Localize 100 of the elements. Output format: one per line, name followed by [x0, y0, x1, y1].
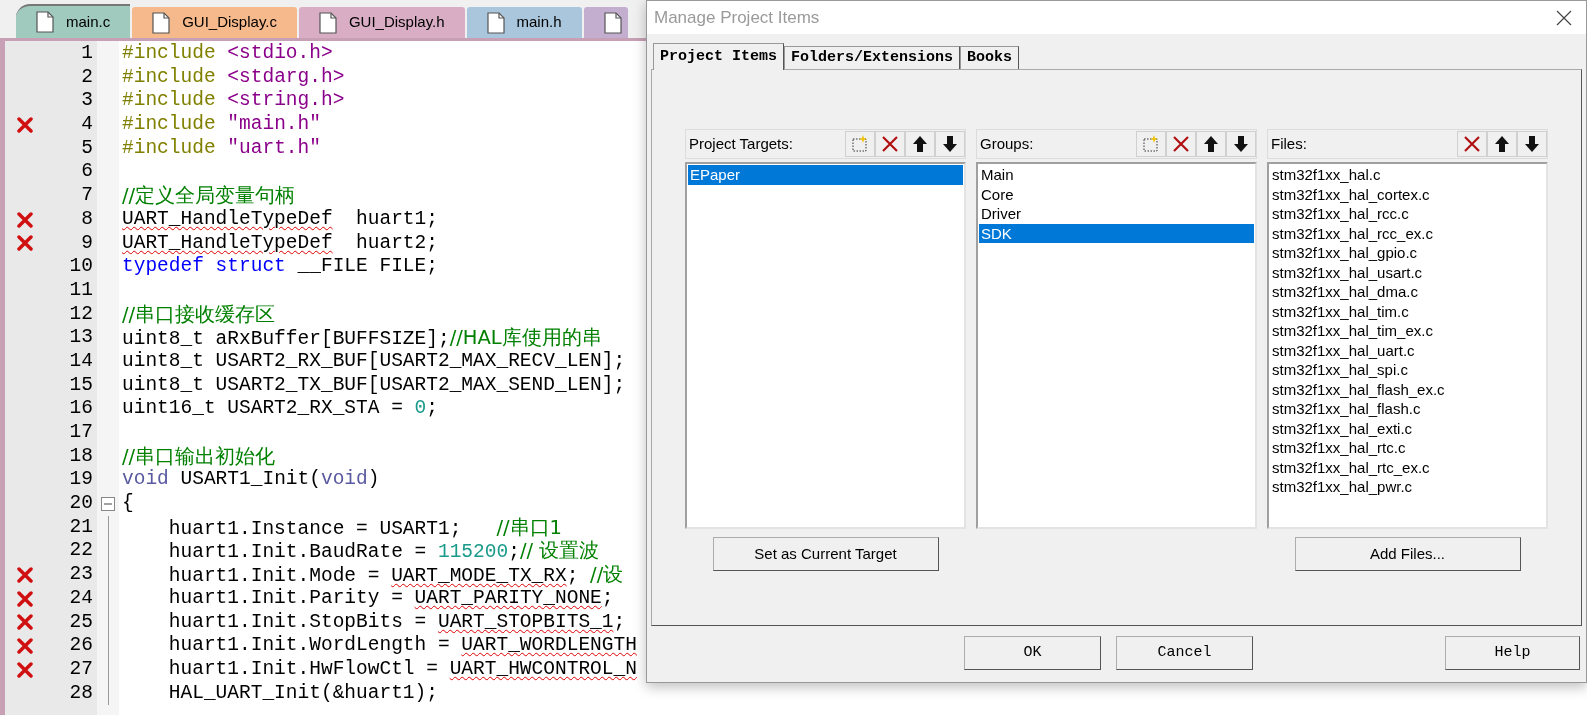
delete-icon [1172, 135, 1190, 153]
new-tool-button[interactable] [845, 131, 875, 157]
list-item[interactable]: stm32f1xx_hal_rcc_ex.c [1270, 223, 1545, 243]
code-line: { [122, 492, 134, 515]
list-item[interactable]: stm32f1xx_hal_exti.c [1270, 418, 1545, 438]
dialog-button[interactable]: Cancel [1116, 636, 1253, 670]
up-tool-button[interactable] [1487, 131, 1517, 157]
file-icon [603, 11, 622, 34]
down-tool-button[interactable] [1226, 131, 1256, 157]
arrow-up-icon [1495, 136, 1509, 152]
delete-tool-button[interactable] [1166, 131, 1196, 157]
new-tool-button[interactable] [1136, 131, 1166, 157]
error-x-icon [17, 211, 33, 228]
dialog-button[interactable]: Help [1445, 636, 1580, 670]
list-item[interactable]: stm32f1xx_hal.c [1270, 165, 1545, 185]
code-line: uint16_t USART2_RX_STA = 0; [122, 397, 438, 420]
list-label: Groups: [980, 133, 1034, 154]
list-item[interactable]: stm32f1xx_hal_rtc_ex.c [1270, 457, 1545, 477]
arrow-down-icon [943, 136, 957, 152]
list-item[interactable]: stm32f1xx_hal_pwr.c [1270, 477, 1545, 497]
list-item[interactable]: Main [979, 165, 1254, 185]
dialog-title: Manage Project Items [654, 6, 820, 29]
close-icon[interactable] [1556, 9, 1572, 26]
error-x-icon [17, 590, 33, 607]
arrow-down-icon [1234, 136, 1248, 152]
delete-tool-button[interactable] [1457, 131, 1487, 157]
collapse-icon[interactable] [101, 496, 115, 511]
code-line: #include <stdarg.h> [122, 65, 345, 88]
code-line: #include "uart.h" [122, 136, 321, 159]
list-item[interactable]: stm32f1xx_hal_tim_ex.c [1270, 321, 1545, 341]
list-item[interactable]: stm32f1xx_hal_usart.c [1270, 262, 1545, 282]
list-item[interactable]: stm32f1xx_hal_spi.c [1270, 360, 1545, 380]
code-line: HAL_UART_Init(&huart1); [167, 681, 438, 704]
delete-icon [1463, 135, 1481, 153]
file-tab[interactable]: main.h [466, 7, 582, 38]
error-x-icon [17, 638, 33, 655]
dialog-tab[interactable]: Project Items [653, 43, 785, 70]
list-item[interactable]: stm32f1xx_hal_tim.c [1270, 301, 1545, 321]
line-number: 8 [81, 207, 93, 230]
new-item-icon [1143, 135, 1158, 152]
file-tab[interactable]: GUI_Display.c [132, 7, 297, 38]
code-line: //串口输出初始化 [122, 446, 276, 469]
line-number: 22 [69, 539, 93, 562]
file-icon [318, 11, 337, 34]
list-item[interactable]: stm32f1xx_hal_flash.c [1270, 399, 1545, 419]
file-icon [152, 11, 171, 34]
list-item[interactable]: EPaper [688, 165, 963, 185]
list-item[interactable]: Driver [979, 204, 1254, 224]
line-number: 2 [81, 65, 93, 88]
dialog-tab[interactable]: Folders/Extensions [784, 46, 961, 69]
down-tool-button[interactable] [1517, 131, 1547, 157]
line-number: 6 [81, 160, 93, 183]
file-icon [486, 11, 505, 34]
line-number: 19 [69, 468, 93, 491]
dialog-button[interactable]: OK [964, 636, 1101, 670]
code-line: huart1.Init.HwFlowCtl = UART_HWCONTROL_N [167, 657, 637, 680]
line-number: 20 [69, 492, 93, 515]
error-x-icon [17, 116, 33, 133]
line-number: 26 [69, 634, 93, 657]
list-item[interactable]: stm32f1xx_hal_flash_ex.c [1270, 379, 1545, 399]
arrow-down-icon [1525, 136, 1539, 152]
line-number: 7 [81, 184, 93, 207]
line-number: 25 [69, 610, 93, 633]
delete-tool-button[interactable] [875, 131, 905, 157]
down-tool-button[interactable] [935, 131, 965, 157]
list-item[interactable]: stm32f1xx_hal_dma.c [1270, 282, 1545, 302]
list-item[interactable]: stm32f1xx_hal_rcc.c [1270, 204, 1545, 224]
line-number: 28 [69, 681, 93, 704]
dialog-tab[interactable]: Books [960, 46, 1020, 69]
line-number: 17 [69, 421, 93, 443]
code-line: uint8_t USART2_RX_BUF[USART2_MAX_RECV_LEN]; [122, 349, 626, 372]
dialog-button[interactable]: Add Files... [1294, 537, 1521, 571]
list-item[interactable]: stm32f1xx_hal_cortex.c [1270, 184, 1545, 204]
line-number: 11 [69, 278, 93, 301]
code-line: //定义全局变量句柄 [122, 186, 296, 209]
error-x-icon [17, 614, 33, 631]
dialog-button[interactable]: Set as Current Target [712, 537, 939, 571]
up-tool-button[interactable] [1196, 131, 1226, 157]
list-item[interactable]: SDK [979, 223, 1254, 243]
up-tool-button[interactable] [905, 131, 935, 157]
code-line: void USART1_Init(void) [122, 468, 380, 491]
file-tab[interactable] [583, 7, 628, 38]
code-line: typedef struct __FILE FILE; [122, 255, 438, 278]
file-tab[interactable]: main.c [16, 4, 131, 38]
list-item[interactable]: stm32f1xx_hal_rtc.c [1270, 438, 1545, 458]
error-x-icon [17, 566, 33, 583]
line-number: 15 [69, 373, 93, 396]
arrow-up-icon [1204, 136, 1218, 152]
list-item[interactable]: stm32f1xx_hal_gpio.c [1270, 243, 1545, 263]
list-item[interactable]: Core [979, 184, 1254, 204]
line-number: 23 [69, 563, 93, 586]
list-label: Project Targets: [689, 133, 793, 154]
code-line: UART_HandleTypeDef huart1; [122, 207, 438, 230]
list-item[interactable]: stm32f1xx_hal_uart.c [1270, 340, 1545, 360]
line-number: 27 [69, 657, 93, 680]
code-line: //串口接收缓存区 [122, 304, 276, 327]
file-tab[interactable]: GUI_Display.h [298, 7, 465, 38]
line-number: 12 [69, 302, 93, 325]
code-line: #include "main.h" [122, 113, 321, 136]
new-item-icon [852, 135, 867, 152]
